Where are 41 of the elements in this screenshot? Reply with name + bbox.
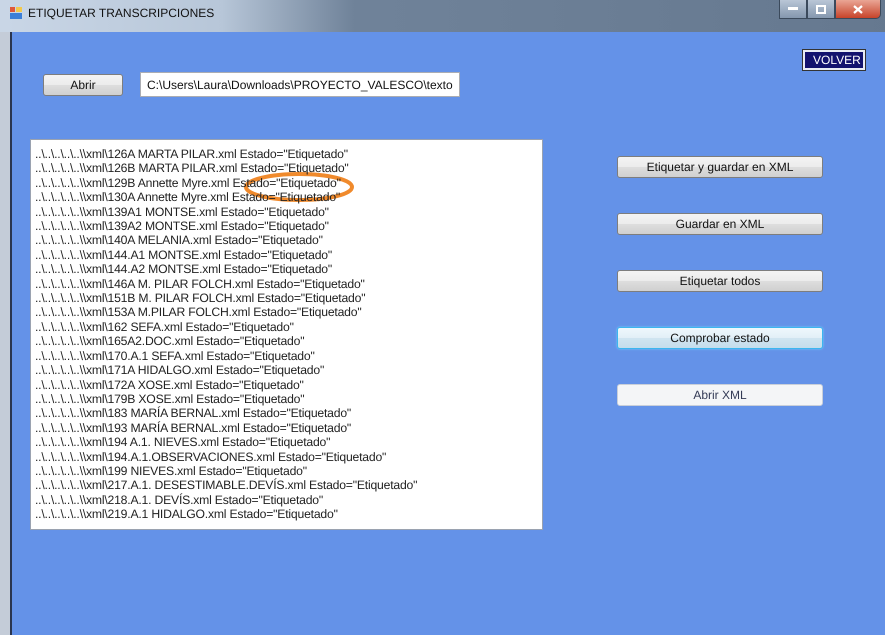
file-list-item[interactable]: ..\..\..\..\..\\xml\139A1 MONTSE.xml Estado="Etiquetado" <box>35 204 329 220</box>
file-list-item[interactable]: ..\..\..\..\..\\xml\144.A2 MONTSE.xml Estado="Etiquetado" <box>35 262 332 277</box>
action-button[interactable]: Comprobar estado <box>617 327 823 349</box>
file-list-item[interactable]: ..\..\..\..\..\\xml\153A M.PILAR FOLCH.xml Estado="Etiquetado" <box>35 305 362 320</box>
file-list-item[interactable]: ..\..\..\..\..\\xml\194 A.1. NIEVES.xml Estado="Etiquetado" <box>35 435 330 450</box>
file-list-item[interactable]: ..\..\..\..\..\\xml\183 MARÍA BERNAL.xml Estado="Etiquetado" <box>35 406 352 421</box>
file-list-item[interactable]: ..\..\..\..\..\\xml\140A MELANIA.xml Estado="Etiquetado" <box>35 233 323 248</box>
file-list-item[interactable]: ..\..\..\..\..\\xml\162 SEFA.xml Estado="Etiquetado" <box>35 320 294 334</box>
file-list-item[interactable]: ..\..\..\..\..\\xml\199 NIEVES.xml Estado="Etiquetado" <box>35 464 307 478</box>
file-list-item[interactable]: ..\..\..\..\..\\xml\165A2.DOC.xml Estado="Etiquetado" <box>35 334 304 349</box>
window-title: ETIQUETAR TRANSCRIPCIONES <box>28 6 214 20</box>
path-field[interactable]: C:\Users\Laura\Downloads\PROYECTO_VALESCO\texto <box>140 72 460 97</box>
action-button[interactable]: Guardar en XML <box>617 213 823 235</box>
file-list-item[interactable]: ..\..\..\..\..\\xml\217.A.1. DESESTIMABLE.DEVÍS.xml Estado="Etiquetado" <box>35 478 418 493</box>
file-list-item[interactable]: ..\..\..\..\..\\xml\170.A.1 SEFA.xml Estado="Etiquetado" <box>35 348 315 364</box>
back-button[interactable]: VOLVER <box>803 50 865 70</box>
maximize-button[interactable] <box>807 0 835 19</box>
close-icon <box>853 4 863 14</box>
file-list-item[interactable]: ..\..\..\..\..\\xml\218.A.1. DEVÍS.xml Estado="Etiquetado" <box>35 492 323 508</box>
file-list-item[interactable]: ..\..\..\..\..\\xml\146A M. PILAR FOLCH.xml Estado="Etiquetado" <box>35 276 365 292</box>
file-list-item[interactable]: ..\..\..\..\..\\xml\126A MARTA PILAR.xml Estado="Etiquetado" <box>35 147 348 162</box>
file-list-item[interactable]: ..\..\..\..\..\\xml\144.A1 MONTSE.xml Estado="Etiquetado" <box>35 248 332 262</box>
file-list-item[interactable]: ..\..\..\..\..\\xml\172A XOSE.xml Estado="Etiquetado" <box>35 378 304 392</box>
action-button[interactable]: Etiquetar y guardar en XML <box>617 156 823 178</box>
action-button[interactable]: Etiquetar todos <box>617 270 823 292</box>
close-button[interactable] <box>835 0 881 19</box>
minimize-icon <box>788 7 798 11</box>
file-list-item[interactable]: ..\..\..\..\..\\xml\194.A.1.OBSERVACIONES.xml Estado="Etiquetado" <box>35 450 386 464</box>
file-list-item[interactable]: ..\..\..\..\..\\xml\139A2 MONTSE.xml Estado="Etiquetado" <box>35 219 329 234</box>
file-list-item[interactable]: ..\..\..\..\..\\xml\193 MARÍA BERNAL.xml Estado="Etiquetado" <box>35 420 352 436</box>
open-button[interactable]: Abrir <box>43 74 123 96</box>
file-list-item[interactable]: ..\..\..\..\..\\xml\219.A.1 HIDALGO.xml Estado="Etiquetado" <box>35 507 338 522</box>
file-list-item[interactable]: ..\..\..\..\..\\xml\126B MARTA PILAR.xml Estado="Etiquetado" <box>35 161 349 176</box>
file-list[interactable] <box>30 139 543 530</box>
action-button[interactable]: Abrir XML <box>617 384 823 406</box>
file-list-item[interactable]: ..\..\..\..\..\\xml\151B M. PILAR FOLCH.xml Estado="Etiquetado" <box>35 291 366 306</box>
app-icon <box>10 7 22 19</box>
file-list-item[interactable]: ..\..\..\..\..\\xml\171A HIDALGO.xml Estado="Etiquetado" <box>35 363 324 378</box>
maximize-icon <box>816 4 826 14</box>
file-list-item[interactable]: ..\..\..\..\..\\xml\179B XOSE.xml Estado="Etiquetado" <box>35 392 304 406</box>
minimize-button[interactable] <box>779 0 807 19</box>
